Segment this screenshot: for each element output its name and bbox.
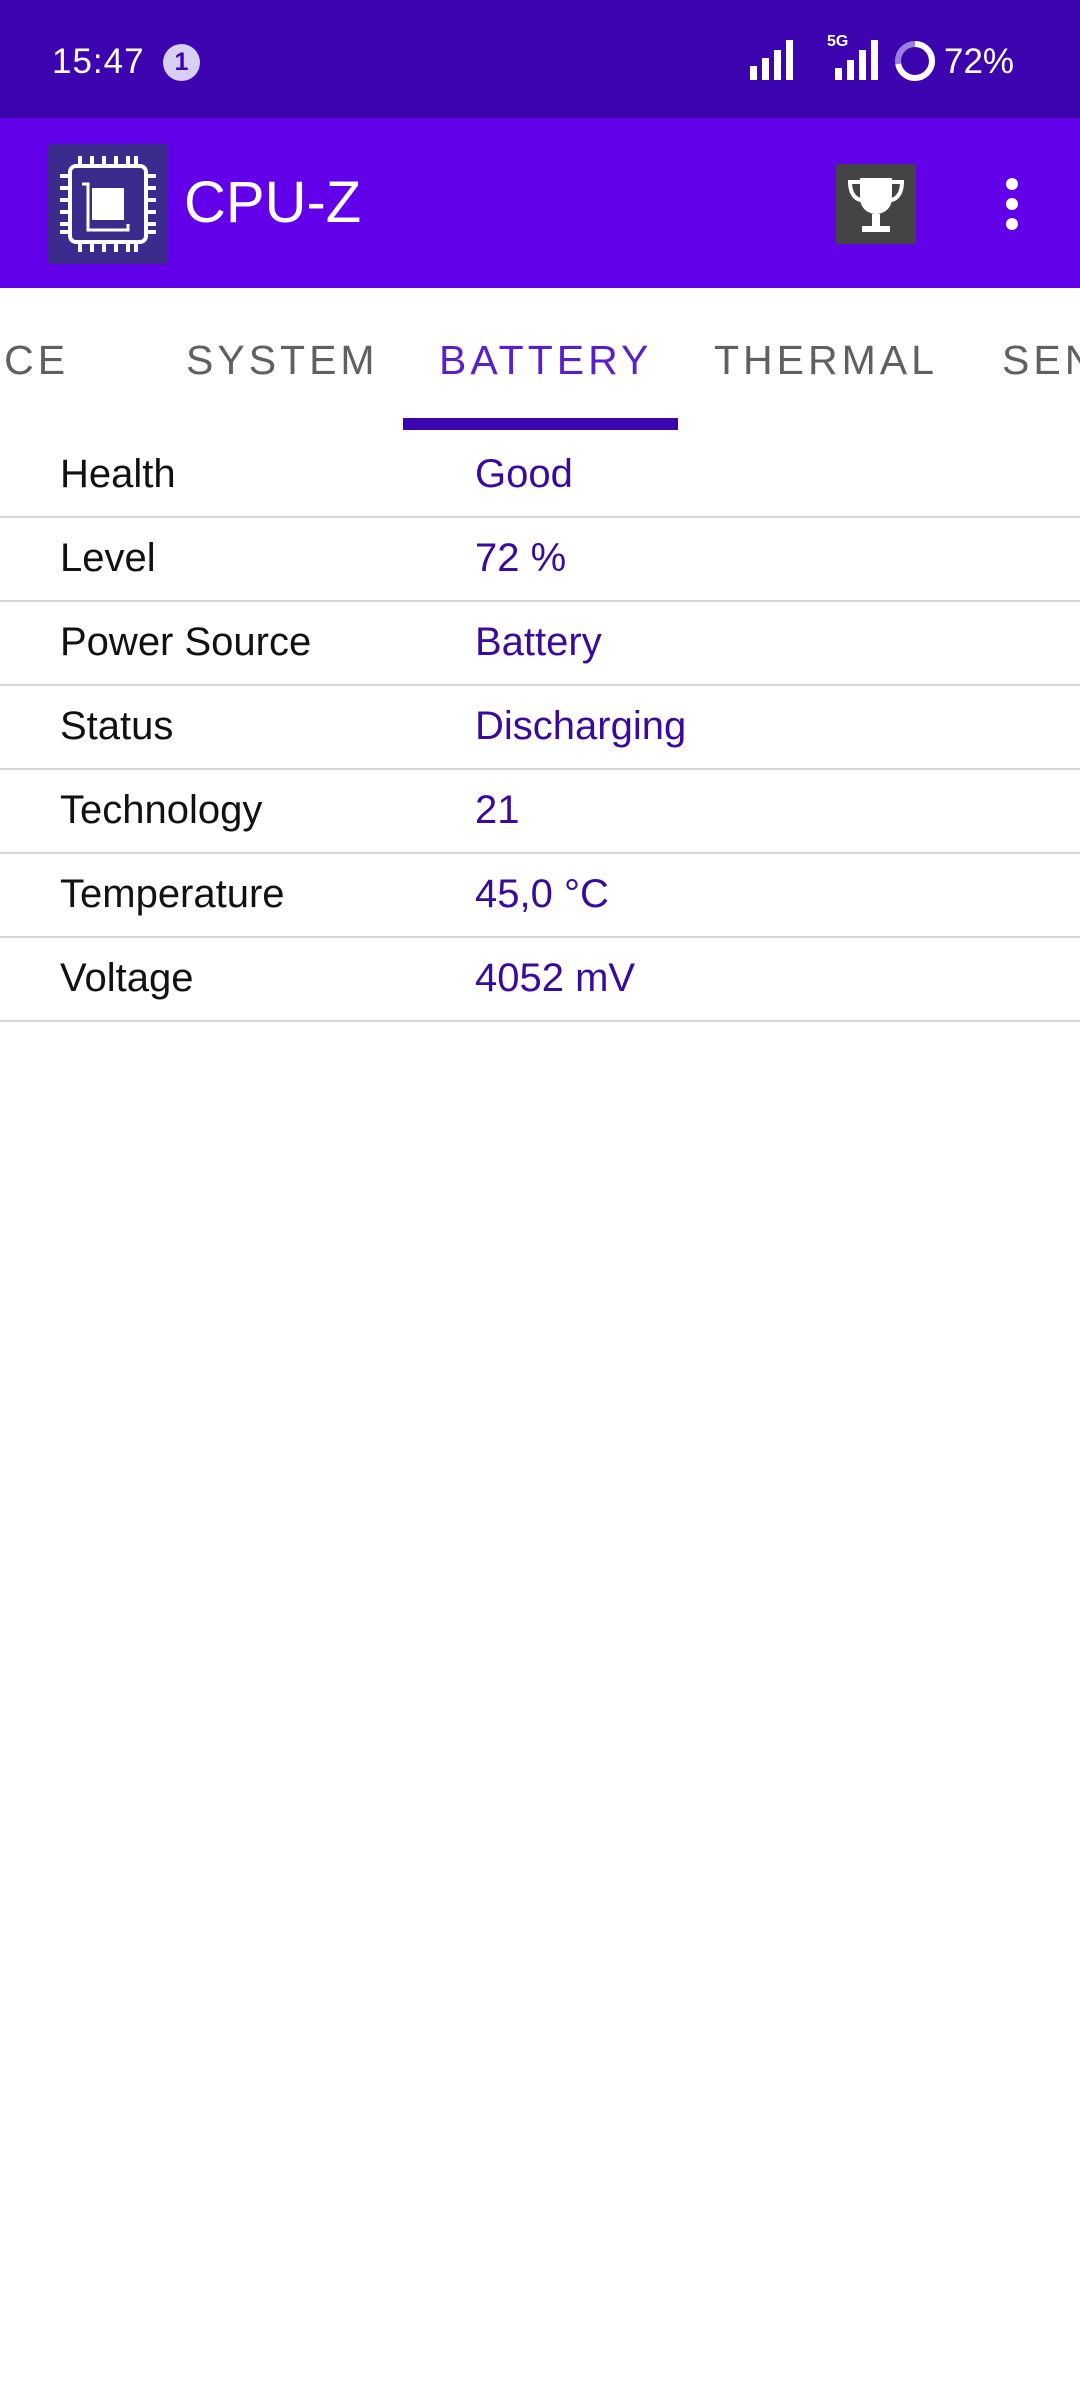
- row-value: Good: [475, 452, 573, 496]
- tab-sensors[interactable]: SEN: [1002, 336, 1080, 384]
- table-row: Temperature 45,0 °C: [0, 854, 1080, 938]
- row-label: Power Source: [60, 620, 312, 664]
- battery-info-table: Health Good Level 72 % Power Source Batt…: [0, 434, 1080, 1022]
- row-label: Technology: [60, 788, 263, 832]
- row-value: Battery: [475, 620, 602, 664]
- row-value: 72 %: [475, 536, 567, 580]
- battery-percent: 72%: [944, 42, 1015, 81]
- row-value: 21: [475, 788, 520, 832]
- row-label: Temperature: [60, 872, 285, 916]
- row-label: Level: [60, 536, 156, 580]
- trophy-button[interactable]: [836, 164, 916, 244]
- tab-battery[interactable]: BATTERY: [439, 336, 652, 384]
- status-time: 15:47: [52, 42, 145, 81]
- trophy-icon: [847, 178, 905, 232]
- row-value: 45,0 °C: [475, 872, 609, 916]
- cpu-chip-icon: [60, 156, 156, 252]
- tab-system[interactable]: SYSTEM: [186, 336, 379, 384]
- row-label: Voltage: [60, 956, 194, 1000]
- signal-strength-icon: [750, 40, 793, 80]
- signal-5g-icon: 5G: [827, 33, 878, 80]
- table-row: Power Source Battery: [0, 602, 1080, 686]
- more-vert-icon: [1006, 178, 1018, 230]
- table-row: Voltage 4052 mV: [0, 938, 1080, 1022]
- table-row: Status Discharging: [0, 686, 1080, 770]
- table-row: Health Good: [0, 434, 1080, 518]
- row-value: Discharging: [475, 704, 687, 748]
- overflow-menu-button[interactable]: [992, 176, 1032, 232]
- tab-bar: EVICE SYSTEM BATTERY THERMAL SEN: [0, 288, 1080, 434]
- app-bar: CPU-Z: [0, 118, 1080, 288]
- table-row: Technology 21: [0, 770, 1080, 854]
- battery-icon: [895, 41, 935, 81]
- row-value: 4052 mV: [475, 956, 636, 1000]
- tab-device[interactable]: EVICE: [0, 336, 69, 384]
- notification-badge: 1: [163, 44, 200, 81]
- app-logo: [48, 144, 168, 264]
- app-title: CPU-Z: [184, 170, 362, 235]
- status-bar: 15:47 1 5G 72%: [0, 0, 1080, 118]
- row-label: Health: [60, 452, 176, 496]
- table-row: Level 72 %: [0, 518, 1080, 602]
- status-icons: 5G 72%: [680, 0, 1080, 118]
- active-tab-indicator: [403, 418, 678, 430]
- tab-thermal[interactable]: THERMAL: [714, 336, 938, 384]
- row-label: Status: [60, 704, 174, 748]
- network-type-label: 5G: [827, 33, 848, 50]
